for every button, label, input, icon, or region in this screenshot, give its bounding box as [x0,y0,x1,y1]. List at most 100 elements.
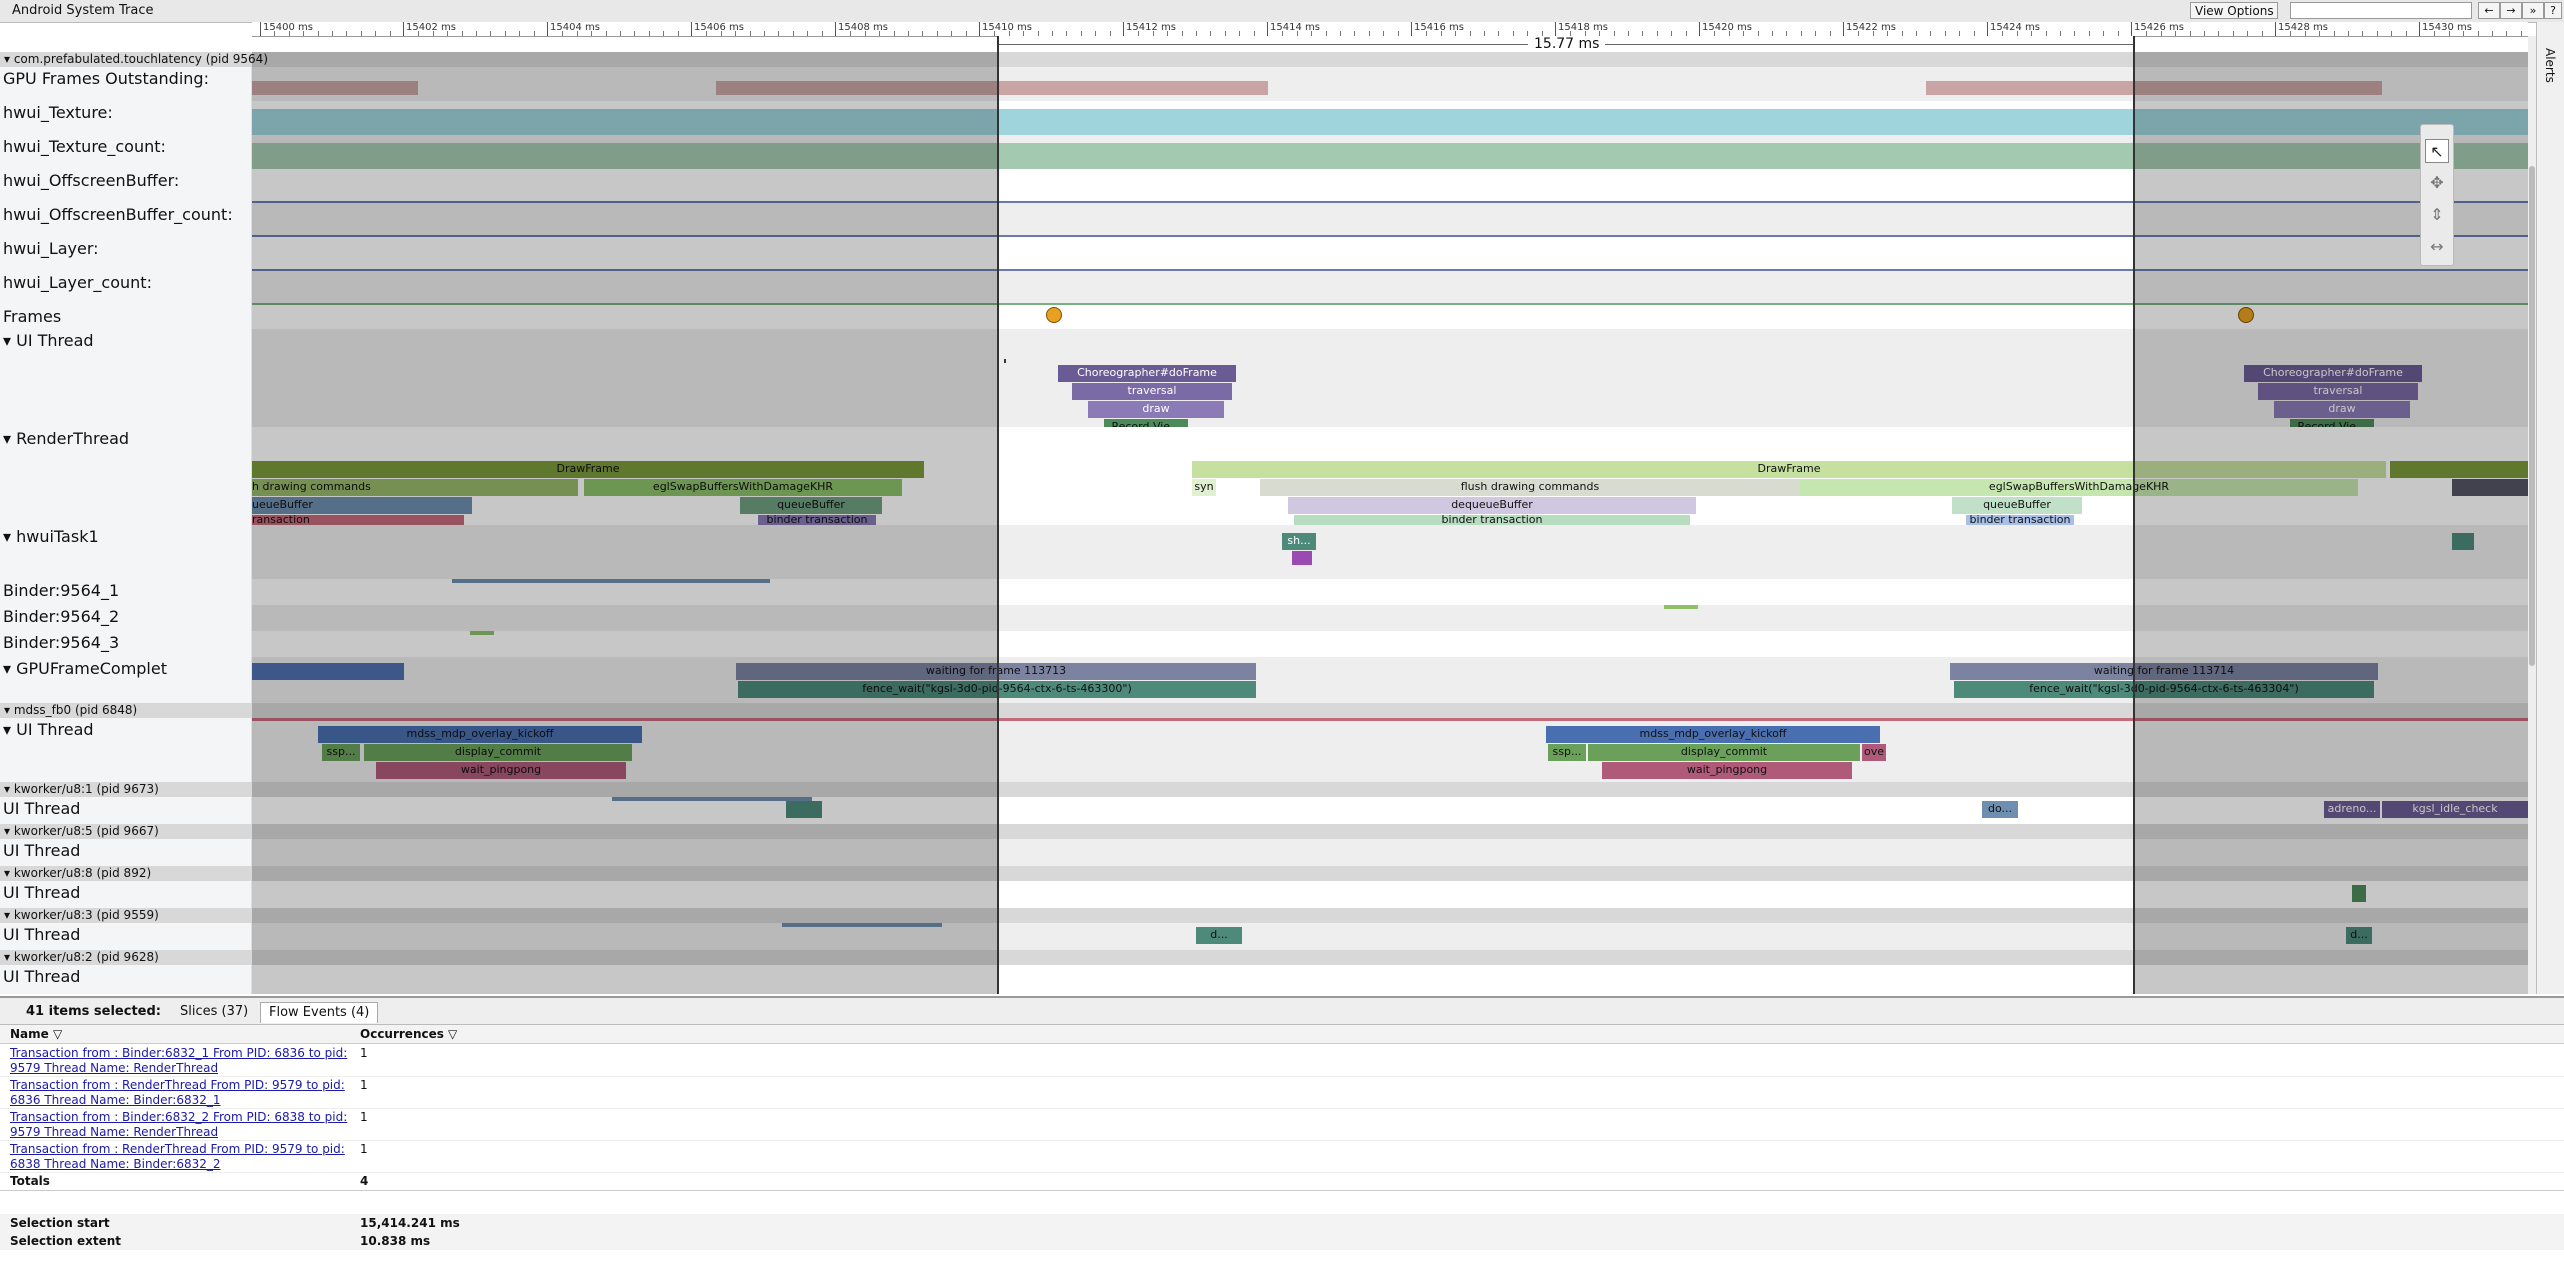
flow-event-link[interactable]: Transaction from : Binder:6832_2 From PI… [10,1110,350,1140]
counter-bar[interactable] [1926,81,2382,95]
track-kworker-1-ui[interactable]: UI Thread do... adreno... kgsl_idle_chec… [0,797,2528,824]
slice[interactable]: display_commit [364,744,632,761]
frame-marker-icon[interactable] [1046,307,1062,323]
slice[interactable]: wait_pingpong [1602,762,1852,779]
slice[interactable]: d... [2346,927,2372,944]
process-header[interactable]: ▾ com.prefabulated.touchlatency (pid 956… [0,52,2528,67]
slice[interactable]: traversal [2258,383,2418,400]
slice[interactable] [452,579,770,583]
slice[interactable]: ssp... [322,744,360,761]
pan-mode-icon[interactable]: ✥ [2425,171,2449,195]
selection-mode-icon[interactable]: ↖ [2425,139,2449,163]
scroll-thumb[interactable] [2529,166,2535,666]
slice[interactable]: syn [1192,479,1216,496]
slice[interactable] [2452,533,2474,550]
selection-start-line[interactable] [997,36,999,994]
slice[interactable]: draw [2274,401,2410,418]
slice[interactable]: ove [1862,744,1886,761]
slice[interactable]: Choreographer#doFrame [2244,365,2422,382]
track-hwui-offscreen-count[interactable]: hwui_OffscreenBuffer_count: [0,203,2528,237]
slice[interactable] [252,663,404,680]
track-hwui-task[interactable]: ▾ hwuiTask1 sh... [0,525,2528,579]
track-binder-2[interactable]: Binder:9564_2 [0,605,2528,631]
prev-button[interactable]: ← [2478,2,2500,19]
slice[interactable]: ssp... [1548,744,1586,761]
slice[interactable]: binder transaction [758,515,876,525]
track-binder-1[interactable]: Binder:9564_1 [0,579,2528,605]
track-hwui-layer-count[interactable]: hwui_Layer_count: [0,271,2528,305]
slice[interactable]: eglSwapBuffersWithDamageKHR [1800,479,2358,496]
slice[interactable] [782,923,942,927]
slice[interactable]: waiting for frame 113713 [736,663,1256,680]
slice[interactable]: adreno... [2324,801,2380,818]
track-ui-thread[interactable]: ▾ UI Thread Choreographer#doFrame traver… [0,329,2528,427]
track-hwui-layer[interactable]: hwui_Layer: [0,237,2528,271]
col-occurrences[interactable]: Occurrences ▽ [360,1025,457,1043]
slice[interactable]: wait_pingpong [376,762,626,779]
frame-marker-icon[interactable] [2238,307,2254,323]
tab-flow-events[interactable]: Flow Events (4) [260,1002,379,1023]
slice[interactable]: flush drawing commands [1260,479,1800,496]
slice[interactable]: ueueBuffer [252,497,472,514]
process-header[interactable]: ▾ kworker/u8:3 (pid 9559) [0,908,2528,923]
slice[interactable]: display_commit [1588,744,1860,761]
process-header[interactable]: ▾ kworker/u8:5 (pid 9667) [0,824,2528,839]
track-render-thread[interactable]: ▾ RenderThread DrawFrame h drawing comma… [0,427,2528,525]
slice[interactable] [470,631,494,635]
slice[interactable] [2390,461,2528,478]
slice[interactable]: queueBuffer [1952,497,2082,514]
slice[interactable]: sh... [1282,533,1316,550]
slice[interactable]: mdss_mdp_overlay_kickoff [1546,726,1880,743]
slice[interactable]: do... [1982,801,2018,818]
track-hwui-texture-count[interactable]: hwui_Texture_count: [0,135,2528,169]
slice[interactable]: ransaction [252,515,464,525]
zoom-mode-icon[interactable]: ⇕ [2425,203,2449,227]
flow-event-link[interactable]: Transaction from : RenderThread From PID… [10,1078,350,1108]
track-hwui-texture[interactable]: hwui_Texture: [0,101,2528,135]
tab-slices[interactable]: Slices (37) [172,1002,256,1022]
slice[interactable]: DrawFrame [252,461,924,478]
track-kworker-5-ui[interactable]: UI Thread [0,839,2528,866]
slice[interactable]: eglSwapBuffersWithDamageKHR [584,479,902,496]
process-header[interactable]: ▾ kworker/u8:2 (pid 9628) [0,950,2528,965]
slice[interactable]: dequeueBuffer [1288,497,1696,514]
slice[interactable] [1292,551,1312,565]
view-options-dropdown[interactable]: View Options ▾ [2190,2,2278,35]
next-button[interactable]: → [2500,2,2522,19]
track-binder-3[interactable]: Binder:9564_3 [0,631,2528,657]
slice[interactable]: fence_wait("kgsl-3d0-pid-9564-ctx-6-ts-4… [1954,681,2374,698]
slice[interactable]: queueBuffer [740,497,882,514]
slice[interactable]: waiting for frame 113714 [1950,663,2378,680]
col-name[interactable]: Name ▽ [10,1025,62,1043]
process-header[interactable]: ▾ mdss_fb0 (pid 6848) [0,703,2528,718]
vertical-scrollbar[interactable] [2528,36,2536,994]
slice[interactable]: h drawing commands [252,479,578,496]
track-hwui-offscreen[interactable]: hwui_OffscreenBuffer: [0,169,2528,203]
counter-bar[interactable] [252,109,2528,135]
slice[interactable] [612,797,812,801]
slice[interactable] [786,801,822,818]
slice[interactable]: Record Vie... [2290,419,2374,427]
slice[interactable]: Choreographer#doFrame [1058,365,1236,382]
slice[interactable]: traversal [1072,383,1232,400]
slice[interactable]: kgsl_idle_check [2382,801,2528,818]
flow-event-link[interactable]: Transaction from : Binder:6832_1 From PI… [10,1046,350,1076]
slice[interactable] [2352,885,2366,902]
slice[interactable]: DrawFrame [1192,461,2386,478]
counter-bar[interactable] [252,81,418,95]
process-header[interactable]: ▾ kworker/u8:8 (pid 892) [0,866,2528,881]
process-header[interactable]: ▾ kworker/u8:1 (pid 9673) [0,782,2528,797]
slice[interactable]: binder transaction [1966,515,2074,525]
time-ruler[interactable]: 15400 ms 15402 ms 15404 ms 15406 ms 1540… [252,22,2528,37]
selection-end-line[interactable] [2133,36,2135,994]
track-frames[interactable]: Frames [0,305,2528,329]
alerts-panel[interactable]: Alerts [2536,22,2564,994]
slice[interactable]: d... [1196,927,1242,944]
help-button[interactable]: ? [2544,2,2562,19]
counter-bar[interactable] [716,81,1268,95]
slice[interactable]: Record Vie... [1104,419,1188,427]
flow-event-link[interactable]: Transaction from : RenderThread From PID… [10,1142,350,1172]
slice[interactable]: binder transaction [1294,515,1690,525]
expand-button[interactable]: » [2522,2,2544,19]
track-kworker-8-ui[interactable]: UI Thread [0,881,2528,908]
